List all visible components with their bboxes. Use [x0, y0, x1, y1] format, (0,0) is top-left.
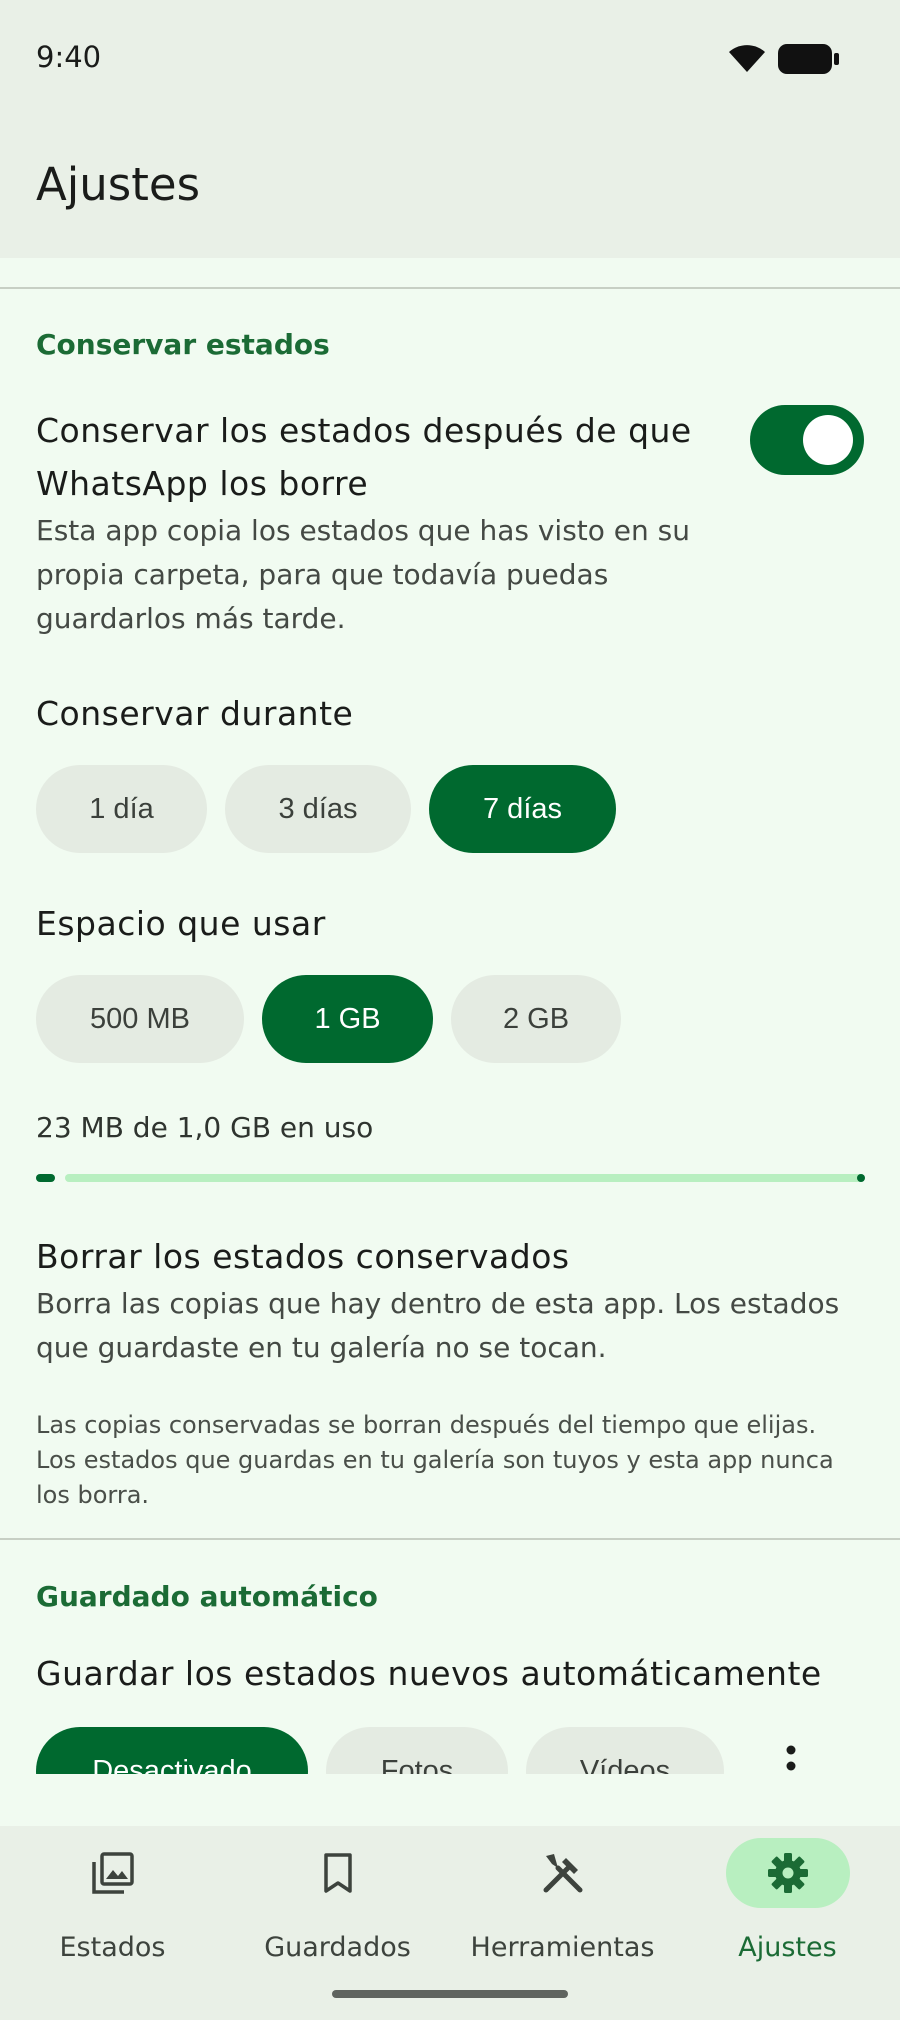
auto-chip-off[interactable]: Desactivado [36, 1727, 308, 1774]
usage-progress-end-dot [857, 1174, 865, 1182]
nav-item-estados[interactable]: Estados [0, 1826, 225, 2020]
note-line3: los borra. [36, 1481, 150, 1509]
tools-icon [543, 1854, 582, 1893]
usage-progress-fill [36, 1174, 55, 1182]
nav-label-guardados: Guardados [264, 1932, 411, 1963]
keep-statuses-toggle[interactable] [750, 405, 864, 475]
duration-chip-7[interactable]: 7 días [429, 765, 616, 853]
settings-content[interactable]: Conservar estados Conservar los estados … [0, 290, 900, 1774]
bookmark-icon [323, 1853, 352, 1893]
more-vert-icon[interactable] [784, 1742, 798, 1774]
wifi-icon [729, 45, 765, 72]
nav-label-herramientas: Herramientas [470, 1932, 655, 1963]
space-chip-1gb[interactable]: 1 GB [262, 975, 433, 1063]
keep-toggle-title-line1: Conservar los estados después de que [36, 411, 692, 450]
status-time: 9:40 [36, 40, 102, 74]
space-chip-2gb[interactable]: 2 GB [451, 975, 621, 1063]
duration-label: Conservar durante [36, 694, 354, 733]
section-header-keep: Conservar estados [36, 328, 330, 361]
toggle-knob [803, 415, 853, 465]
battery-icon [778, 44, 839, 74]
delete-desc-line1: Borra las copias que hay dentro de esta … [36, 1287, 840, 1320]
duration-chip-3[interactable]: 3 días [225, 765, 411, 853]
photo-library-icon [91, 1852, 134, 1894]
note-line1: Las copias conservadas se borran después… [36, 1411, 817, 1439]
auto-save-title: Guardar los estados nuevos automáticamen… [36, 1654, 822, 1693]
nav-icon-container [276, 1838, 400, 1908]
section-divider [0, 1538, 900, 1540]
delete-title: Borrar los estados conservados [36, 1237, 570, 1276]
space-label: Espacio que usar [36, 904, 326, 943]
keep-toggle-desc-line2: propia carpeta, para que todavía puedas [36, 558, 609, 591]
auto-chip-videos[interactable]: Vídeos [526, 1727, 724, 1774]
keep-toggle-desc-line1: Esta app copia los estados que has visto… [36, 514, 690, 547]
usage-progress-track [65, 1174, 864, 1182]
nav-icon-container [501, 1838, 625, 1908]
app-bar-divider [0, 287, 900, 289]
status-bar: 9:40 [0, 0, 900, 120]
duration-chip-1[interactable]: 1 día [36, 765, 207, 853]
delete-desc-line2: que guardaste en tu galería no se tocan. [36, 1331, 607, 1364]
nav-label-ajustes: Ajustes [738, 1932, 837, 1963]
nav-icon-container [725, 1838, 850, 1908]
page-title: Ajustes [36, 158, 201, 211]
delete-kept-statuses-item[interactable]: Borrar los estados conservados Borra las… [0, 1230, 900, 1390]
gear-icon [767, 1853, 808, 1893]
note-line2: Los estados que guardas en tu galería so… [36, 1446, 834, 1474]
home-indicator[interactable] [332, 1990, 568, 1998]
nav-label-estados: Estados [59, 1932, 166, 1963]
auto-chip-photos[interactable]: Fotos [326, 1727, 508, 1774]
nav-icon-container [51, 1838, 175, 1908]
section-header-auto: Guardado automático [36, 1580, 378, 1613]
space-chip-500mb[interactable]: 500 MB [36, 975, 244, 1063]
keep-toggle-title-line2: WhatsApp los borre [36, 464, 369, 503]
usage-text: 23 MB de 1,0 GB en uso [36, 1111, 374, 1144]
keep-toggle-desc-line3: guardarlos más tarde. [36, 602, 346, 635]
nav-item-ajustes[interactable]: Ajustes [675, 1826, 900, 2020]
